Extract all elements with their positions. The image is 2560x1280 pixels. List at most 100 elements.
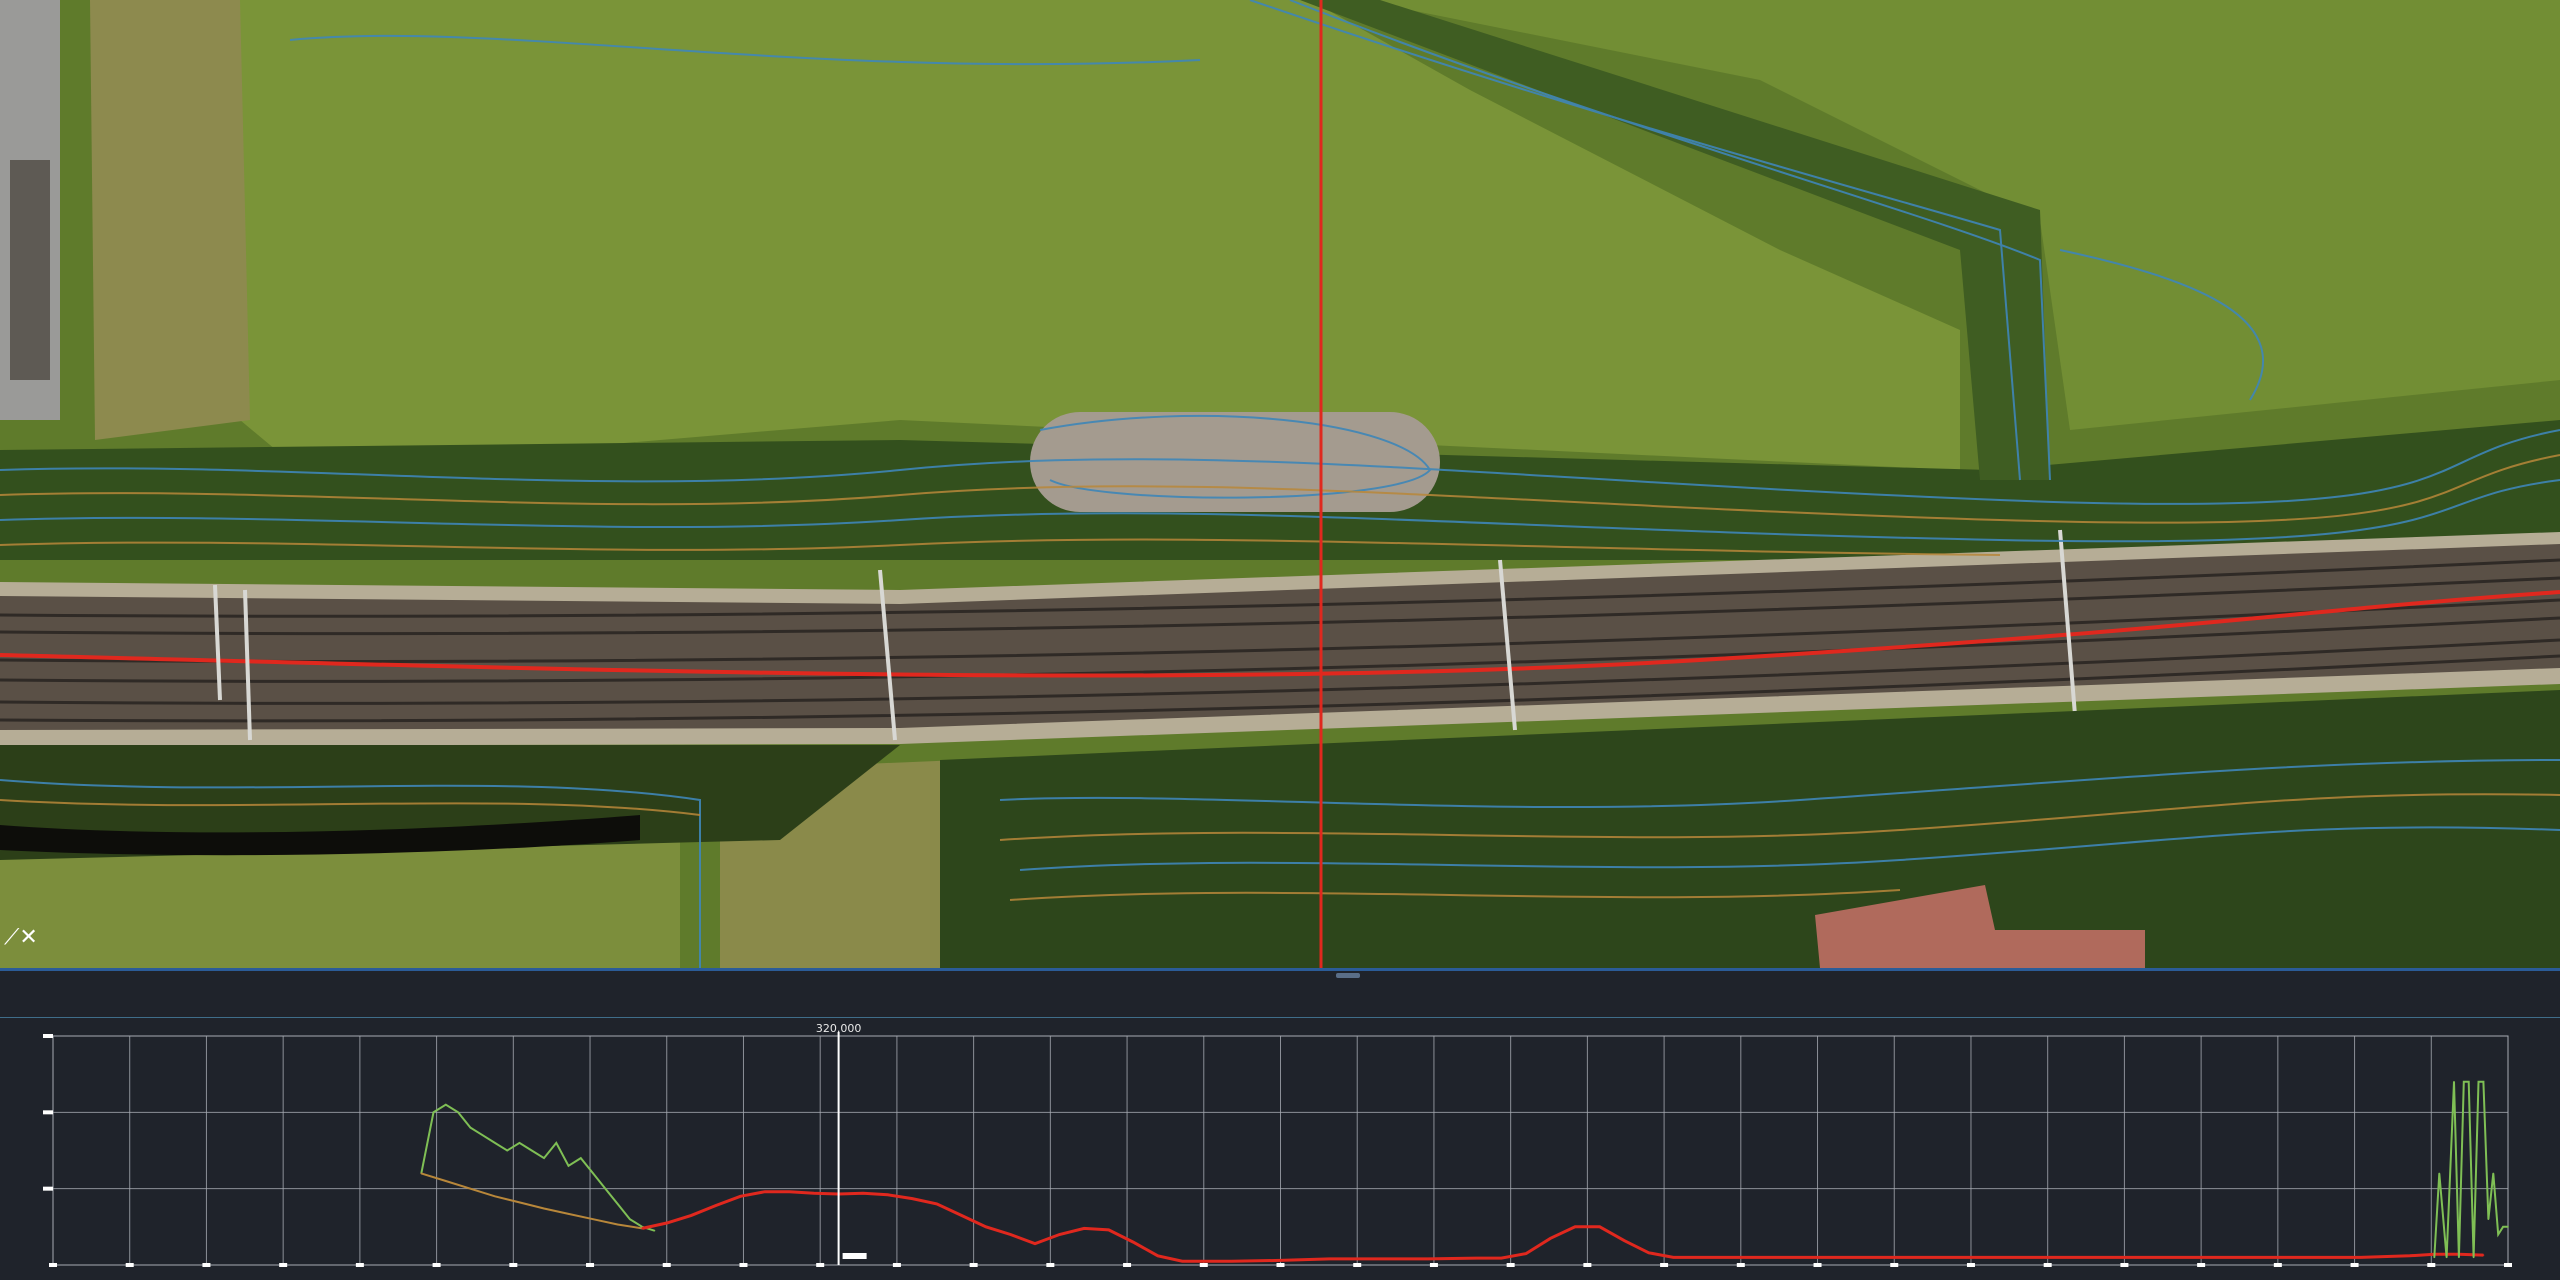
profile-data-point [1721,1256,1724,1259]
x-tick-mark [739,1263,748,1267]
cursor-station-label: 320.000 [815,1022,862,1035]
orthophoto-map[interactable] [0,0,2560,968]
profile-data-point [2453,1081,2455,1083]
stacked-materials [10,160,50,380]
y-tick-mark [43,1110,53,1115]
x-tick-mark [49,1263,57,1267]
x-tick-mark [1429,1263,1438,1267]
profile-data-point [2212,1256,2215,1259]
profile-data-point [2016,1256,2018,1259]
x-tick-mark [2273,1263,2282,1267]
profile-data-point [1009,1233,1012,1236]
profile-data-point [1279,1259,1282,1262]
x-tick-mark [125,1263,134,1267]
profile-data-point [862,1192,864,1195]
map-view[interactable]: ⟋✕ [0,0,2560,968]
profile-data-point [936,1203,938,1205]
panel-splitter[interactable] [0,968,2560,1020]
x-tick-mark [1353,1263,1362,1267]
profile-data-point [2114,1256,2116,1259]
profile-data-point [481,1134,484,1137]
profile-chart[interactable] [0,1020,2560,1280]
profile-data-point [2409,1255,2411,1257]
profile-panel[interactable]: 320.000 [0,1020,2560,1280]
x-tick-mark [1890,1263,1899,1267]
profile-data-point [2261,1256,2264,1259]
profile-data-point [1083,1227,1085,1230]
profile-data-point [420,1172,423,1175]
profile-data-point [2438,1172,2441,1175]
profile-data-point [469,1126,472,1129]
profile-data-point [2463,1081,2465,1083]
x-tick-mark [2043,1263,2052,1267]
profile-data-point [2445,1256,2448,1259]
drag-handle-icon[interactable] [1336,973,1360,978]
profile-data-point [788,1190,791,1193]
profile-data-point [1819,1256,1822,1259]
x-tick-mark [2504,1263,2512,1267]
profile-data-point [432,1111,435,1114]
profile-data-point [604,1187,607,1190]
profile-data-point [2458,1256,2460,1259]
x-tick-mark [1736,1263,1745,1267]
profile-data-point [543,1157,545,1159]
profile-data-point [1230,1260,1233,1262]
profile-series-line [641,1190,2484,1263]
profile-data-point [2492,1172,2495,1175]
x-tick-mark [662,1263,671,1267]
profile-series-line [420,1103,655,1232]
profile-data-point [2433,1256,2436,1259]
profile-data-point [764,1190,766,1193]
profile-data-point [580,1157,582,1159]
profile-data-point [2477,1081,2480,1083]
profile-data-point [1500,1257,1503,1259]
profile-data-point [715,1204,717,1207]
profile-data-point [985,1226,987,1228]
profile-data-point [445,1103,447,1106]
x-tick-mark [1506,1263,1515,1267]
x-tick-mark [202,1263,211,1267]
profile-data-point [530,1149,533,1152]
profile-data-point [2482,1081,2485,1083]
profile-data-point [813,1192,815,1195]
x-tick-mark [1046,1263,1055,1267]
x-tick-mark [1123,1263,1132,1267]
y-tick-mark [43,1034,53,1038]
splitter-divider [0,1017,2560,1018]
profile-data-point [469,1187,472,1190]
x-tick-mark [2197,1263,2206,1267]
close-icon[interactable]: ⟋✕ [4,924,44,952]
profile-data-point [2163,1256,2166,1259]
profile-data-point [1647,1251,1650,1254]
profile-data-point [653,1229,656,1232]
profile-series-line [421,1172,643,1230]
profile-data-point [445,1180,447,1182]
profile-data-point [518,1201,521,1204]
x-tick-mark [355,1263,364,1267]
profile-data-point [1156,1255,1159,1257]
x-tick-mark [1813,1263,1822,1267]
profile-data-point [739,1195,742,1198]
dry-field-strip [90,0,250,440]
x-tick-mark [1583,1263,1592,1267]
profile-data-point [494,1142,496,1144]
profile-data-point [2359,1256,2362,1259]
x-tick-mark [892,1263,901,1267]
profile-data-point [1967,1256,1969,1259]
profile-data-point [567,1164,570,1167]
profile-data-point [2065,1256,2067,1259]
profile-data-point [1598,1226,1601,1228]
x-tick-mark [1966,1263,1975,1267]
x-tick-mark [1199,1263,1208,1267]
profile-data-point [1377,1258,1380,1260]
x-tick-mark [2350,1263,2359,1267]
profile-data-point [1034,1242,1036,1245]
y-tick-mark [43,1186,53,1191]
profile-data-point [1623,1239,1625,1242]
profile-data-point [1549,1237,1552,1240]
cursor-marker [842,1253,867,1259]
profile-data-point [641,1227,643,1230]
profile-data-point [1107,1229,1110,1231]
x-tick-mark [279,1263,288,1267]
profile-data-point [629,1218,631,1220]
